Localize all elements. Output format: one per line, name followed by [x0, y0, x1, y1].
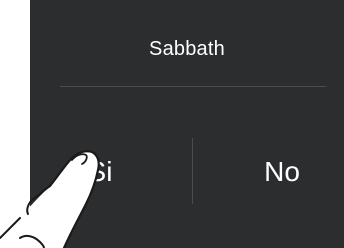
dialog-title: Sabbath [149, 38, 225, 60]
yes-button[interactable]: Si [70, 140, 130, 204]
confirmation-dialog: Sabbath Si No [30, 0, 344, 248]
screen: Sabbath Si No [0, 0, 344, 248]
title-divider [60, 86, 326, 87]
no-button[interactable]: No [242, 140, 322, 204]
button-divider [192, 138, 193, 204]
